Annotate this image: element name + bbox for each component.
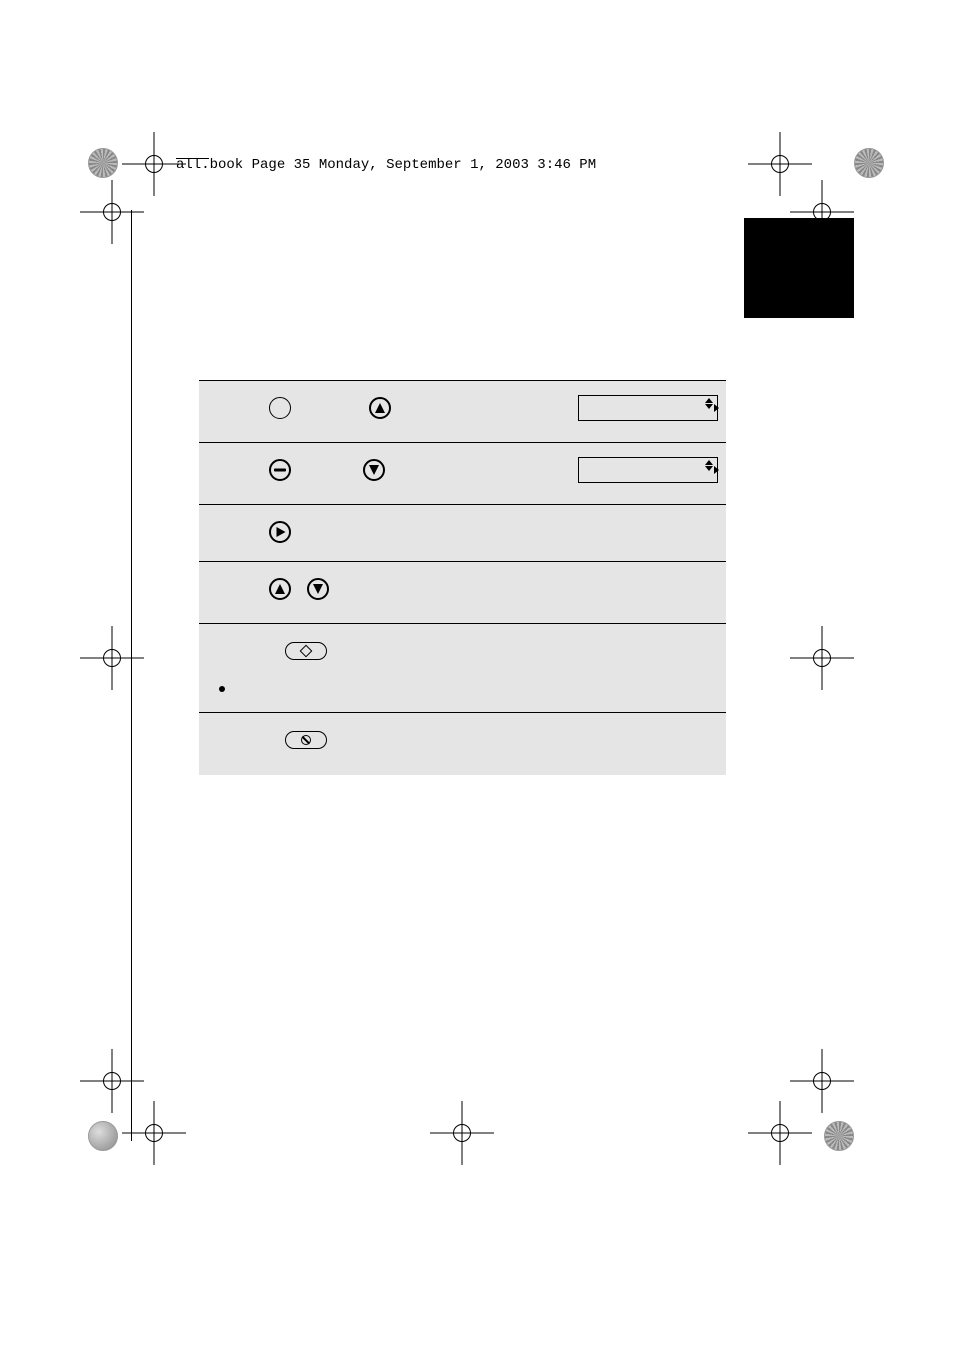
start-button-icon — [285, 642, 327, 660]
scroll-arrows-icon — [705, 460, 713, 471]
reg-crosshair-bot-left-1 — [98, 1067, 126, 1095]
step-row-2 — [199, 443, 726, 505]
reg-crosshair-bot-center — [448, 1119, 476, 1147]
reg-crosshair-bot-right-1 — [808, 1067, 836, 1095]
up-arrow-circle-icon — [369, 397, 391, 419]
step-row-1 — [199, 381, 726, 443]
reg-crosshair-bot-left-2 — [140, 1119, 168, 1147]
down-arrow-circle-icon — [307, 578, 329, 600]
instruction-table — [199, 380, 726, 775]
display-field-2 — [578, 457, 718, 483]
step-row-4 — [199, 562, 726, 624]
page-header: all.book Page 35 Monday, September 1, 20… — [130, 157, 596, 173]
step-row-6 — [199, 713, 726, 775]
down-arrow-circle-icon — [363, 459, 385, 481]
reg-crosshair-top-left-2 — [98, 198, 126, 226]
reg-crosshair-top-right-1 — [766, 150, 794, 178]
scroll-arrows-icon — [705, 398, 713, 409]
color-ball-icon — [824, 1121, 854, 1151]
stop-button-icon — [285, 731, 327, 749]
header-page: Page 35 — [252, 157, 311, 173]
crop-line-left — [131, 210, 132, 1141]
color-ball-icon — [88, 148, 118, 178]
page: all.book Page 35 Monday, September 1, 20… — [0, 0, 954, 1351]
bullet-note — [219, 680, 716, 698]
gray-ball-icon — [88, 1121, 118, 1151]
circle-outline-icon — [269, 397, 291, 419]
header-time: 3:46 PM — [537, 157, 596, 173]
reg-crosshair-mid-right — [808, 644, 836, 672]
up-arrow-circle-icon — [269, 578, 291, 600]
thumb-index-tab — [744, 218, 854, 318]
right-triangle-circle-icon — [269, 521, 291, 543]
header-date: September 1, 2003 — [386, 157, 529, 173]
step-row-3 — [199, 505, 726, 562]
header-day: Monday, — [319, 157, 378, 173]
header-filename: all.book — [176, 157, 243, 173]
bullet-icon — [219, 686, 225, 692]
reg-crosshair-mid-left — [98, 644, 126, 672]
dash-circle-icon — [269, 459, 291, 481]
reg-crosshair-bot-right-2 — [766, 1119, 794, 1147]
step-row-5 — [199, 624, 726, 713]
color-ball-icon — [854, 148, 884, 178]
display-field-1 — [578, 395, 718, 421]
